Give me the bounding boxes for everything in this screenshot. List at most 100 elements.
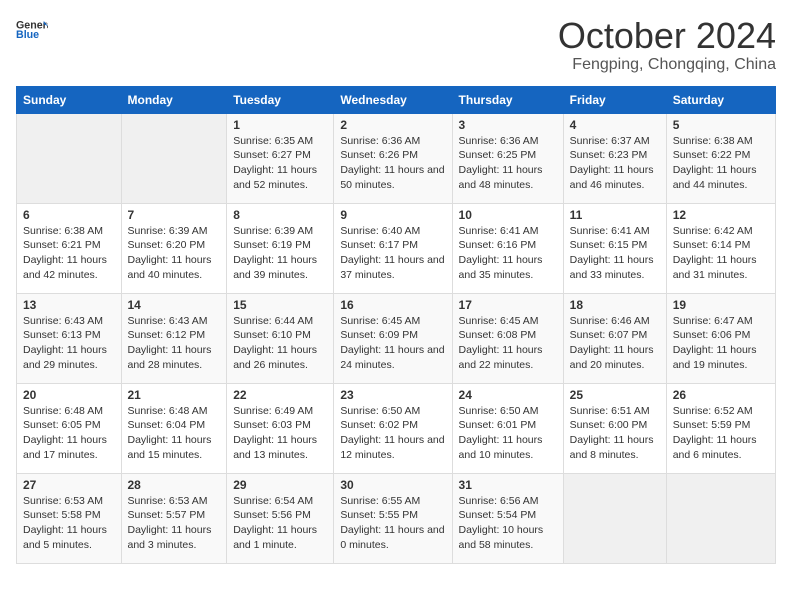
cell-details: Sunrise: 6:56 AMSunset: 5:54 PMDaylight:… [459, 494, 557, 553]
calendar-cell [121, 113, 227, 203]
calendar-cell: 14Sunrise: 6:43 AMSunset: 6:12 PMDayligh… [121, 293, 227, 383]
day-number: 30 [340, 478, 445, 492]
calendar-week-row: 27Sunrise: 6:53 AMSunset: 5:58 PMDayligh… [17, 473, 776, 563]
day-number: 1 [233, 118, 327, 132]
cell-details: Sunrise: 6:36 AMSunset: 6:25 PMDaylight:… [459, 134, 557, 193]
cell-details: Sunrise: 6:44 AMSunset: 6:10 PMDaylight:… [233, 314, 327, 373]
title-block: October 2024 Fengping, Chongqing, China [558, 16, 776, 74]
day-number: 26 [673, 388, 769, 402]
svg-text:Blue: Blue [16, 29, 39, 41]
calendar-cell: 6Sunrise: 6:38 AMSunset: 6:21 PMDaylight… [17, 203, 122, 293]
day-number: 7 [128, 208, 221, 222]
cell-details: Sunrise: 6:41 AMSunset: 6:15 PMDaylight:… [570, 224, 660, 283]
calendar-cell: 21 Sunrise: 6:48 AMSunset: 6:04 PMDayligh… [121, 383, 227, 473]
day-number: 31 [459, 478, 557, 492]
cell-details: Sunrise: 6:42 AMSunset: 6:14 PMDaylight:… [673, 224, 769, 283]
day-number: 22 [233, 388, 327, 402]
calendar-cell: 28Sunrise: 6:53 AMSunset: 5:57 PMDayligh… [121, 473, 227, 563]
cell-details: Sunrise: 6:45 AMSunset: 6:08 PMDaylight:… [459, 314, 557, 373]
day-of-week-header: Tuesday [227, 86, 334, 113]
day-of-week-header: Monday [121, 86, 227, 113]
calendar-cell: 7 Sunrise: 6:39 AMSunset: 6:20 PMDaylight… [121, 203, 227, 293]
calendar-cell: 3 Sunrise: 6:36 AMSunset: 6:25 PMDaylight… [452, 113, 563, 203]
calendar-cell: 12 Sunrise: 6:42 AMSunset: 6:14 PMDayligh… [666, 203, 775, 293]
day-header-row: SundayMondayTuesdayWednesdayThursdayFrid… [17, 86, 776, 113]
day-number: 3 [459, 118, 557, 132]
day-number: 16 [340, 298, 445, 312]
cell-details: Sunrise: 6:43 AMSunset: 6:12 PMDaylight:… [128, 314, 221, 373]
cell-details: Sunrise: 6:36 AMSunset: 6:26 PMDaylight:… [340, 134, 445, 193]
day-number: 25 [570, 388, 660, 402]
day-number: 8 [233, 208, 327, 222]
day-number: 15 [233, 298, 327, 312]
cell-details: Sunrise: 6:40 AMSunset: 6:17 PMDaylight:… [340, 224, 445, 283]
day-number: 23 [340, 388, 445, 402]
calendar-cell: 18 Sunrise: 6:46 AMSunset: 6:07 PMDayligh… [563, 293, 666, 383]
day-number: 21 [128, 388, 221, 402]
day-number: 2 [340, 118, 445, 132]
calendar-cell: 13 Sunrise: 6:43 AMSunset: 6:13 PMDayligh… [17, 293, 122, 383]
calendar-body: 1 Sunrise: 6:35 AMSunset: 6:27 PMDaylight… [17, 113, 776, 563]
day-number: 12 [673, 208, 769, 222]
day-number: 18 [570, 298, 660, 312]
cell-details: Sunrise: 6:37 AMSunset: 6:23 PMDaylight:… [570, 134, 660, 193]
cell-details: Sunrise: 6:39 AMSunset: 6:20 PMDaylight:… [128, 224, 221, 283]
calendar-cell: 8Sunrise: 6:39 AMSunset: 6:19 PMDaylight… [227, 203, 334, 293]
day-number: 13 [23, 298, 115, 312]
day-number: 24 [459, 388, 557, 402]
cell-details: Sunrise: 6:50 AMSunset: 6:01 PMDaylight:… [459, 404, 557, 463]
cell-details: Sunrise: 6:45 AMSunset: 6:09 PMDaylight:… [340, 314, 445, 373]
calendar-cell: 15 Sunrise: 6:44 AMSunset: 6:10 PMDayligh… [227, 293, 334, 383]
day-number: 4 [570, 118, 660, 132]
day-number: 10 [459, 208, 557, 222]
calendar-cell: 26Sunrise: 6:52 AMSunset: 5:59 PMDayligh… [666, 383, 775, 473]
cell-details: Sunrise: 6:41 AMSunset: 6:16 PMDaylight:… [459, 224, 557, 283]
cell-details: Sunrise: 6:53 AMSunset: 5:58 PMDaylight:… [23, 494, 115, 553]
calendar-cell: 24 Sunrise: 6:50 AMSunset: 6:01 PMDayligh… [452, 383, 563, 473]
calendar-cell: 30 Sunrise: 6:55 AMSunset: 5:55 PMDayligh… [334, 473, 452, 563]
cell-details: Sunrise: 6:46 AMSunset: 6:07 PMDaylight:… [570, 314, 660, 373]
logo: General Blue [16, 16, 48, 44]
calendar-cell: 17Sunrise: 6:45 AMSunset: 6:08 PMDayligh… [452, 293, 563, 383]
cell-details: Sunrise: 6:47 AMSunset: 6:06 PMDaylight:… [673, 314, 769, 373]
day-of-week-header: Sunday [17, 86, 122, 113]
calendar-week-row: 6Sunrise: 6:38 AMSunset: 6:21 PMDaylight… [17, 203, 776, 293]
calendar-header: SundayMondayTuesdayWednesdayThursdayFrid… [17, 86, 776, 113]
cell-details: Sunrise: 6:55 AMSunset: 5:55 PMDaylight:… [340, 494, 445, 553]
calendar-cell [563, 473, 666, 563]
main-title: October 2024 [558, 16, 776, 56]
day-number: 11 [570, 208, 660, 222]
calendar-table: SundayMondayTuesdayWednesdayThursdayFrid… [16, 86, 776, 564]
day-number: 28 [128, 478, 221, 492]
cell-details: Sunrise: 6:51 AMSunset: 6:00 PMDaylight:… [570, 404, 660, 463]
calendar-cell: 2 Sunrise: 6:36 AMSunset: 6:26 PMDaylight… [334, 113, 452, 203]
cell-details: Sunrise: 6:49 AMSunset: 6:03 PMDaylight:… [233, 404, 327, 463]
calendar-cell: 4 Sunrise: 6:37 AMSunset: 6:23 PMDaylight… [563, 113, 666, 203]
calendar-cell: 20Sunrise: 6:48 AMSunset: 6:05 PMDayligh… [17, 383, 122, 473]
calendar-cell: 25 Sunrise: 6:51 AMSunset: 6:00 PMDayligh… [563, 383, 666, 473]
day-of-week-header: Friday [563, 86, 666, 113]
calendar-cell: 19 Sunrise: 6:47 AMSunset: 6:06 PMDayligh… [666, 293, 775, 383]
calendar-cell [666, 473, 775, 563]
calendar-cell: 16 Sunrise: 6:45 AMSunset: 6:09 PMDayligh… [334, 293, 452, 383]
cell-details: Sunrise: 6:54 AMSunset: 5:56 PMDaylight:… [233, 494, 327, 553]
day-number: 5 [673, 118, 769, 132]
generalblue-logo-icon: General Blue [16, 16, 48, 44]
day-number: 9 [340, 208, 445, 222]
calendar-cell: 23 Sunrise: 6:50 AMSunset: 6:02 PMDayligh… [334, 383, 452, 473]
cell-details: Sunrise: 6:50 AMSunset: 6:02 PMDaylight:… [340, 404, 445, 463]
calendar-cell: 27Sunrise: 6:53 AMSunset: 5:58 PMDayligh… [17, 473, 122, 563]
cell-details: Sunrise: 6:35 AMSunset: 6:27 PMDaylight:… [233, 134, 327, 193]
cell-details: Sunrise: 6:48 AMSunset: 6:04 PMDaylight:… [128, 404, 221, 463]
day-number: 19 [673, 298, 769, 312]
calendar-cell: 22 Sunrise: 6:49 AMSunset: 6:03 PMDayligh… [227, 383, 334, 473]
day-number: 29 [233, 478, 327, 492]
cell-details: Sunrise: 6:48 AMSunset: 6:05 PMDaylight:… [23, 404, 115, 463]
cell-details: Sunrise: 6:38 AMSunset: 6:21 PMDaylight:… [23, 224, 115, 283]
cell-details: Sunrise: 6:43 AMSunset: 6:13 PMDaylight:… [23, 314, 115, 373]
calendar-cell: 29 Sunrise: 6:54 AMSunset: 5:56 PMDayligh… [227, 473, 334, 563]
calendar-cell: 5Sunrise: 6:38 AMSunset: 6:22 PMDaylight… [666, 113, 775, 203]
calendar-cell: 1 Sunrise: 6:35 AMSunset: 6:27 PMDaylight… [227, 113, 334, 203]
day-of-week-header: Saturday [666, 86, 775, 113]
day-of-week-header: Wednesday [334, 86, 452, 113]
